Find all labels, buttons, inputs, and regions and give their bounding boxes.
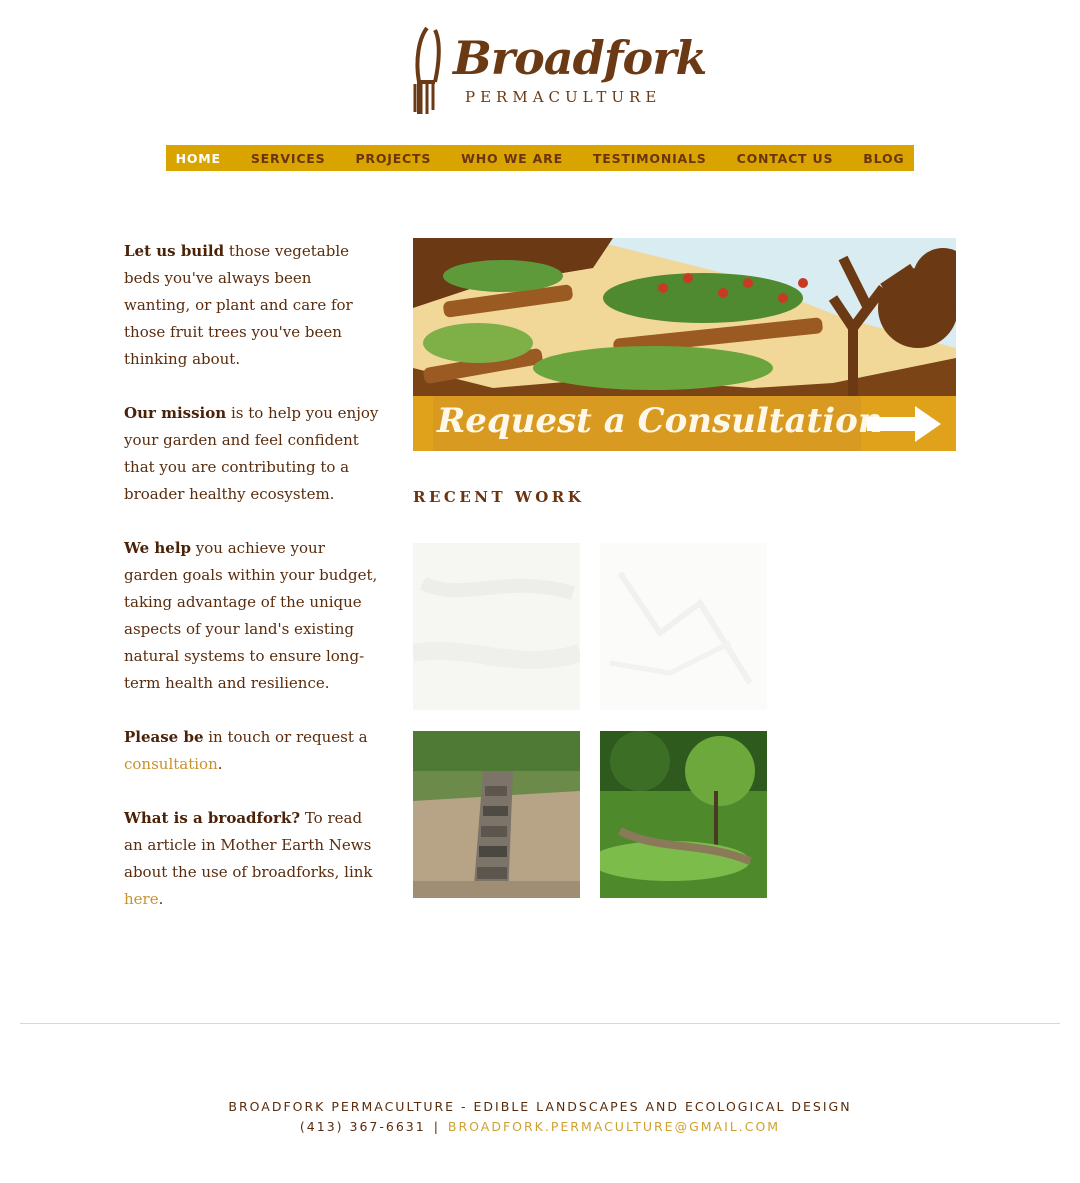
site-logo[interactable]: Broadfork PERMACULTURE <box>405 20 707 120</box>
intro-paragraph-2: Our mission is to help you enjoy your ga… <box>124 400 382 508</box>
thumb-image-4 <box>600 731 767 898</box>
intro-p1-body: those vegetable beds you've always been … <box>124 242 353 368</box>
intro-p1-lead: Let us build <box>124 242 225 260</box>
arrow-right-icon <box>867 406 941 442</box>
thumb-image-2 <box>600 543 767 710</box>
recent-work-thumb-3[interactable] <box>413 731 580 898</box>
intro-p5-lead: What is a broadfork? <box>124 809 301 827</box>
broadfork-article-link[interactable]: here <box>124 890 159 908</box>
recent-work-heading: RECENT WORK <box>413 488 585 506</box>
intro-paragraph-5: What is a broadfork? To read an article … <box>124 805 382 913</box>
nav-services[interactable]: SERVICES <box>236 151 341 166</box>
recent-work-thumb-1[interactable] <box>413 543 580 710</box>
intro-p3-body: you achieve your garden goals within you… <box>124 539 378 692</box>
banner-label: Request a Consultation <box>437 401 883 441</box>
recent-work-thumb-4[interactable] <box>600 731 767 898</box>
intro-p4-lead: Please be <box>124 728 204 746</box>
nav-testimonials[interactable]: TESTIMONIALS <box>578 151 722 166</box>
nav-projects[interactable]: PROJECTS <box>340 151 446 166</box>
intro-text: Let us build those vegetable beds you've… <box>124 238 382 940</box>
intro-p3-lead: We help <box>124 539 192 557</box>
footer-tagline: BROADFORK PERMACULTURE - EDIBLE LANDSCAP… <box>228 1099 852 1114</box>
request-consultation-banner[interactable]: Request a Consultation <box>413 238 956 451</box>
intro-p4-body: in touch or request a <box>203 728 368 746</box>
thumb-image-3 <box>413 731 580 898</box>
nav-who-we-are[interactable]: WHO WE ARE <box>446 151 578 166</box>
footer-divider <box>20 1023 1060 1024</box>
intro-p2-lead: Our mission <box>124 404 227 422</box>
footer-separator: | <box>433 1119 440 1134</box>
main-nav: HOME SERVICES PROJECTS WHO WE ARE TESTIM… <box>166 145 914 171</box>
intro-paragraph-3: We help you achieve your garden goals wi… <box>124 535 382 697</box>
recent-work-thumb-2[interactable] <box>600 543 767 710</box>
footer-email-link[interactable]: BROADFORK.PERMACULTURE@GMAIL.COM <box>448 1119 780 1134</box>
intro-p4-end: . <box>217 755 223 773</box>
nav-home[interactable]: HOME <box>161 151 236 166</box>
logo-subtitle: PERMACULTURE <box>465 88 662 106</box>
footer-phone: (413) 367-6631 <box>299 1119 426 1134</box>
consultation-link[interactable]: consultation <box>124 755 218 773</box>
thumb-image-1 <box>413 543 580 710</box>
logo-name: Broadfork <box>453 31 707 85</box>
intro-p5-end: . <box>158 890 164 908</box>
nav-blog[interactable]: BLOG <box>848 151 919 166</box>
intro-paragraph-1: Let us build those vegetable beds you've… <box>124 238 382 373</box>
footer-contact: (413) 367-6631 | BROADFORK.PERMACULTURE@GM… <box>0 1119 1080 1134</box>
intro-paragraph-4: Please be in touch or request a consulta… <box>124 724 382 778</box>
nav-contact-us[interactable]: CONTACT US <box>722 151 849 166</box>
